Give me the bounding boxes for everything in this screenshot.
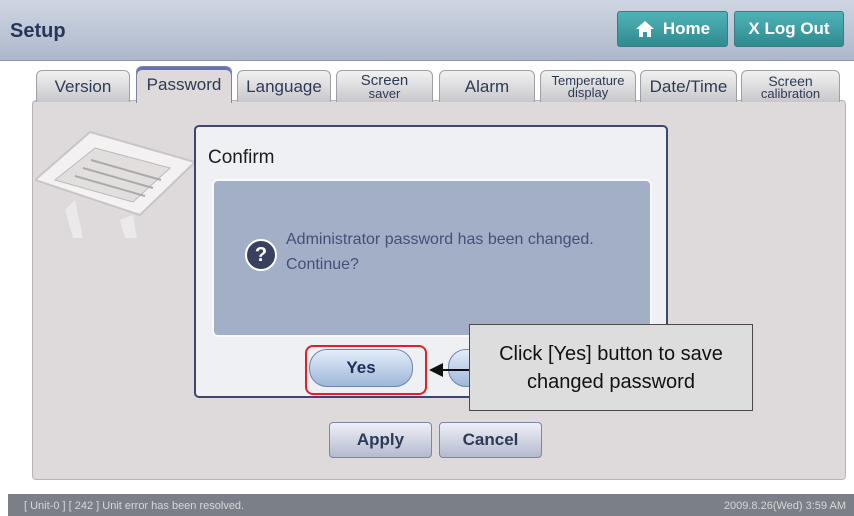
ceiling-unit-illustration bbox=[35, 130, 195, 238]
home-button[interactable]: Home bbox=[617, 11, 728, 47]
tab-screen-calibration[interactable]: Screen calibration bbox=[741, 70, 840, 102]
tab-password[interactable]: Password bbox=[136, 66, 232, 103]
home-icon bbox=[635, 21, 654, 37]
title-bar: Setup Home X Log Out bbox=[0, 0, 854, 61]
tab-screen-saver[interactable]: Screen saver bbox=[336, 70, 433, 102]
dialog-title: Confirm bbox=[208, 147, 275, 168]
question-icon: ? bbox=[245, 239, 277, 271]
tab-date-time[interactable]: Date/Time bbox=[640, 70, 737, 102]
cancel-button[interactable]: Cancel bbox=[439, 422, 542, 458]
tab-language[interactable]: Language bbox=[237, 70, 331, 102]
status-bar: [ Unit-0 ] [ 242 ] Unit error has been r… bbox=[8, 494, 854, 516]
instruction-callout: Click [Yes] button to save changed passw… bbox=[469, 324, 753, 411]
status-datetime: 2009.8.26(Wed) 3:59 AM bbox=[723, 500, 846, 512]
logout-button[interactable]: X Log Out bbox=[734, 11, 844, 47]
apply-button[interactable]: Apply bbox=[329, 422, 432, 458]
yes-highlight-box bbox=[305, 345, 427, 395]
home-button-label: Home bbox=[662, 19, 711, 38]
dialog-message: Administrator password has been changed.… bbox=[286, 231, 594, 273]
tab-alarm[interactable]: Alarm bbox=[439, 70, 535, 102]
status-message: [ Unit-0 ] [ 242 ] Unit error has been r… bbox=[24, 500, 245, 512]
tab-version[interactable]: Version bbox=[36, 70, 130, 102]
page-title: Setup bbox=[10, 20, 66, 42]
tab-temperature-display[interactable]: Temperature display bbox=[540, 70, 636, 102]
dialog-message-area: ? Administrator password has been change… bbox=[212, 179, 652, 337]
